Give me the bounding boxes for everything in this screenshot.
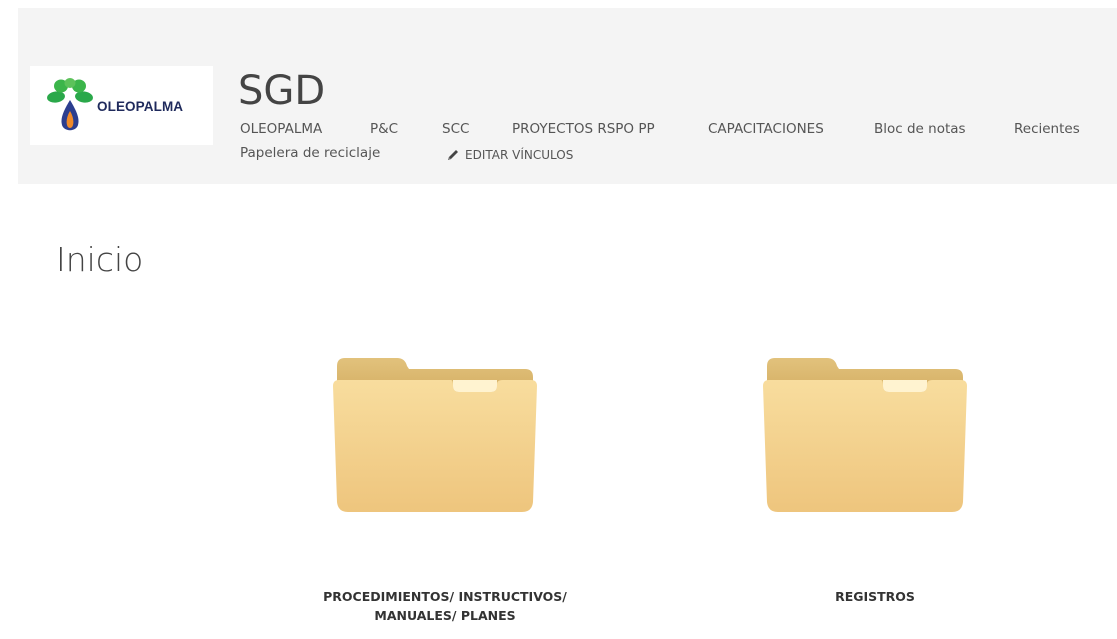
folder-caption-line: REGISTROS: [835, 589, 915, 604]
nav-item-scc[interactable]: SCC: [442, 122, 469, 137]
nav-item-capacitaciones[interactable]: CAPACITACIONES: [708, 122, 824, 137]
folder-icon: [333, 358, 537, 512]
nav-item-proyectos-rspo-pp[interactable]: PROYECTOS RSPO PP: [512, 122, 655, 137]
edit-links-label: EDITAR VÍNCULOS: [465, 148, 574, 162]
folder-icon: [763, 358, 967, 512]
nav-item-pc[interactable]: P&C: [370, 122, 398, 137]
page-title: Inicio: [56, 240, 144, 279]
logo-text: OLEOPALMA: [97, 99, 184, 114]
nav-item-recientes[interactable]: Recientes: [1014, 122, 1080, 137]
nav-item-oleopalma[interactable]: OLEOPALMA: [240, 122, 322, 137]
pencil-icon: [448, 150, 458, 160]
palm-logo-icon: [47, 78, 93, 131]
edit-links-button[interactable]: EDITAR VÍNCULOS: [446, 148, 573, 162]
folder-caption-line: MANUALES/ PLANES: [374, 608, 516, 623]
site-logo[interactable]: OLEOPALMA: [30, 66, 213, 145]
folder-tile-procedimientos[interactable]: PROCEDIMIENTOS/ INSTRUCTIVOS/ MANUALES/ …: [290, 350, 600, 635]
site-title[interactable]: SGD: [238, 71, 325, 111]
folder-caption-line: PROCEDIMIENTOS/ INSTRUCTIVOS/: [323, 589, 567, 604]
nav-item-bloc-de-notas[interactable]: Bloc de notas: [874, 122, 966, 137]
nav-item-papelera-de-reciclaje[interactable]: Papelera de reciclaje: [240, 146, 380, 161]
folder-tile-registros[interactable]: REGISTROS: [720, 350, 1030, 635]
